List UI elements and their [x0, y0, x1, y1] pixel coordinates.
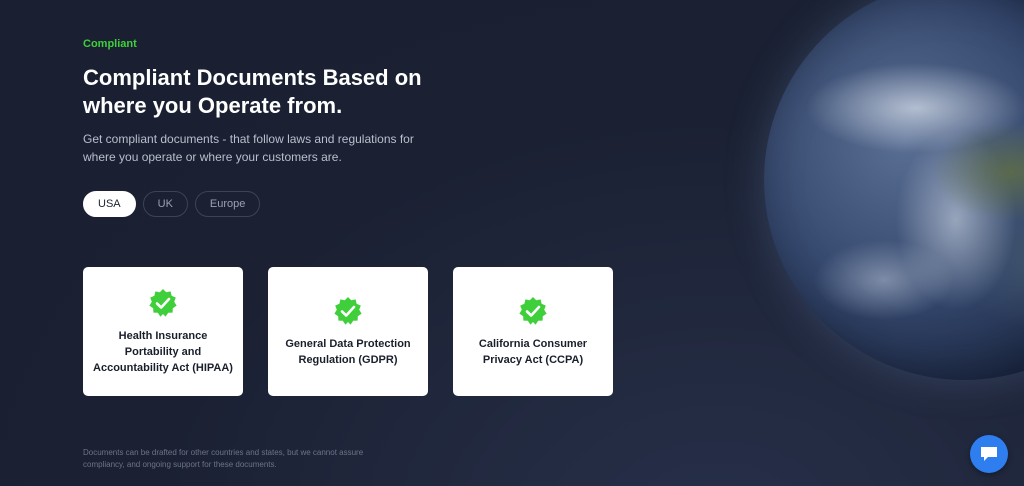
earth-image: [764, 0, 1024, 380]
card-label: General Data Protection Regulation (GDPR…: [285, 337, 411, 366]
card-label: California Consumer Privacy Act (CCPA): [478, 337, 588, 366]
page-title: Compliant Documents Based on where you O…: [83, 65, 422, 118]
compliance-cards: Health Insurance Portability and Account…: [83, 267, 613, 396]
page-subtitle: Get compliant documents - that follow la…: [83, 132, 414, 164]
card-label: Health Insurance Portability and Account…: [93, 329, 233, 374]
verified-check-icon: [519, 296, 547, 325]
verified-check-icon: [334, 296, 362, 325]
verified-check-icon: [149, 288, 177, 317]
card-ccpa: California Consumer Privacy Act (CCPA): [453, 267, 613, 396]
disclaimer-text: Documents can be drafted for other count…: [83, 448, 364, 469]
chat-bubble-icon: [981, 447, 997, 461]
tab-europe[interactable]: Europe: [194, 191, 261, 217]
section-eyebrow: Compliant: [83, 38, 137, 50]
tab-usa[interactable]: USA: [83, 191, 136, 217]
card-gdpr: General Data Protection Regulation (GDPR…: [268, 267, 428, 396]
region-tabs: USA UK Europe: [83, 191, 261, 217]
card-hipaa: Health Insurance Portability and Account…: [83, 267, 243, 396]
compliance-section: Compliant Compliant Documents Based on w…: [0, 0, 1024, 486]
chat-button[interactable]: [970, 435, 1008, 473]
tab-uk[interactable]: UK: [142, 191, 188, 217]
